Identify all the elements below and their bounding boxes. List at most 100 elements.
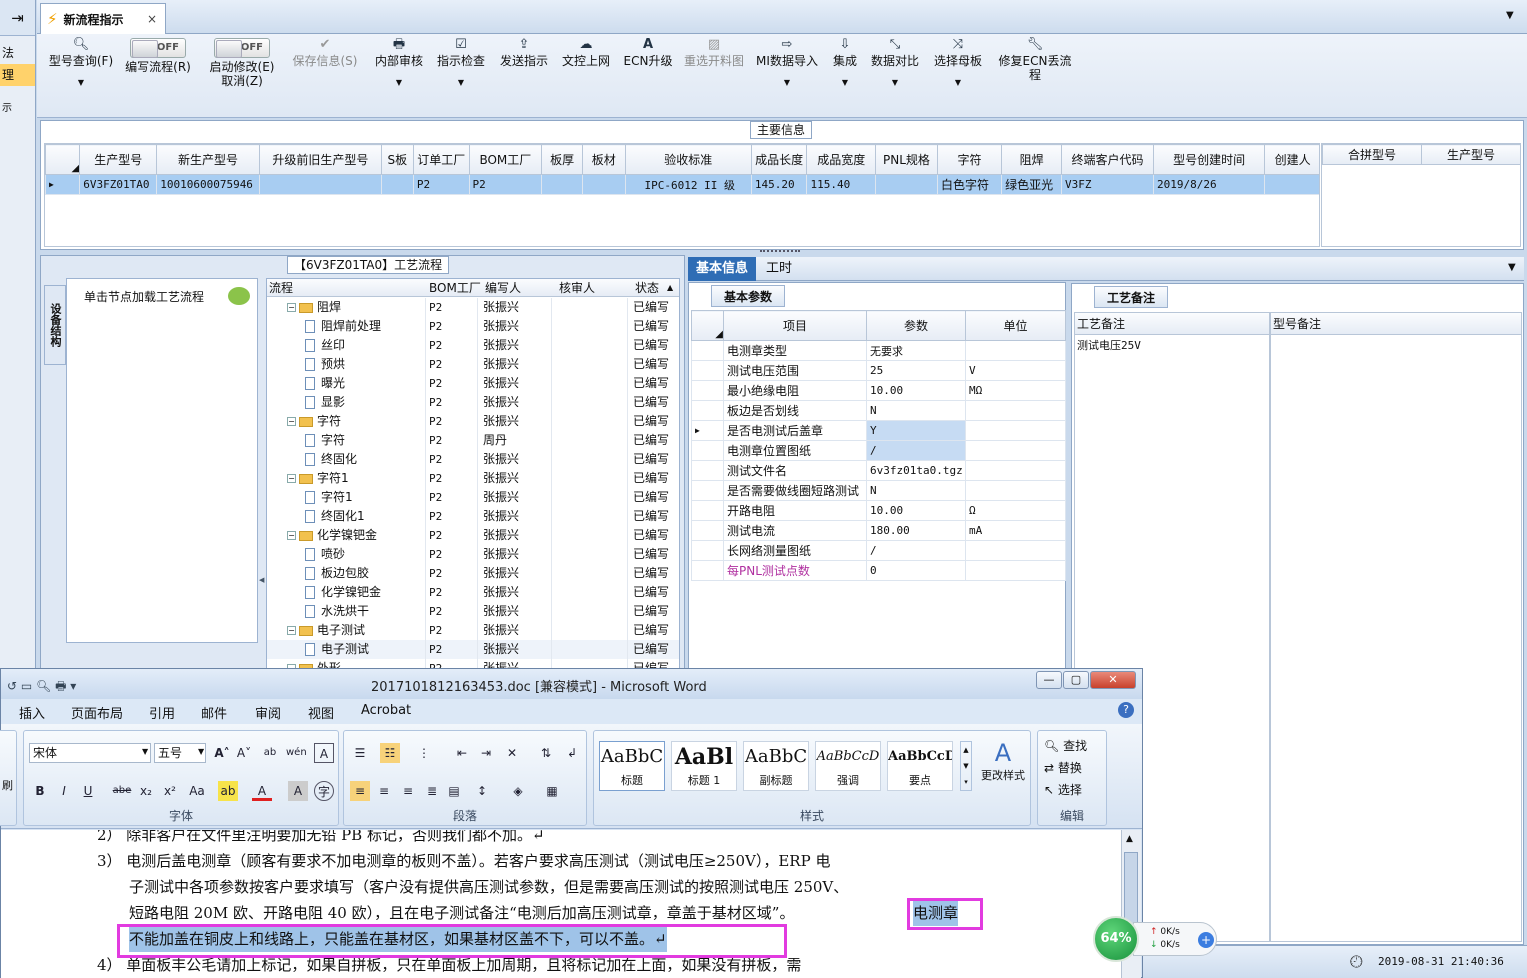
- dropdown-icon[interactable]: ▼: [1508, 262, 1516, 273]
- tree-row[interactable]: 电子测试 P2 张振兴 已编写: [267, 640, 679, 659]
- reselect-cutting-button[interactable]: ▨ 重选开料图: [681, 38, 747, 69]
- indicate-check-button[interactable]: ☑ 指示检查 ▼: [433, 38, 489, 90]
- column-header[interactable]: 编写人: [485, 279, 521, 297]
- cancel-label[interactable]: 取消(Z): [207, 74, 277, 88]
- tree-row[interactable]: − 字符1 P2 张振兴 已编写: [267, 469, 679, 488]
- add-icon[interactable]: +: [1198, 932, 1214, 948]
- replace-button[interactable]: ⇄ 替换: [1044, 759, 1082, 776]
- font-name-select[interactable]: 宋体: [29, 743, 151, 763]
- param-row[interactable]: 开路电阻 10.00 Ω: [691, 500, 1066, 521]
- tree-node[interactable]: − 电子测试: [287, 621, 365, 640]
- table-cell[interactable]: 6V3FZ01TA0: [79, 174, 158, 195]
- shading-icon[interactable]: ◈: [508, 781, 528, 801]
- param-unit-cell[interactable]: [965, 560, 1066, 581]
- param-unit-cell[interactable]: [965, 420, 1066, 441]
- close-button[interactable]: ✕: [1090, 671, 1136, 689]
- tree-node[interactable]: 曝光: [305, 374, 345, 393]
- table-cell[interactable]: P2: [468, 174, 543, 195]
- splitter-handle[interactable]: [760, 250, 800, 254]
- tree-row[interactable]: 字符 P2 周丹 已编写: [267, 431, 679, 450]
- table-cell[interactable]: 10010600075946: [156, 174, 260, 195]
- param-unit-cell[interactable]: [965, 400, 1066, 421]
- table-row[interactable]: ▶ 6V3FZ01TA0 10010600075946 P2 P2 IPC-60…: [45, 174, 1319, 195]
- side-tab-equipment[interactable]: 设备结构: [44, 285, 66, 365]
- scroll-up-icon[interactable]: ▲: [1126, 834, 1133, 844]
- param-unit-cell[interactable]: MΩ: [965, 380, 1066, 401]
- tab-new-flow[interactable]: ⚡ 新流程指示 ×: [40, 3, 166, 34]
- chinese-layout-icon[interactable]: ✕: [502, 743, 522, 763]
- menu-layout[interactable]: 页面布局: [71, 703, 123, 722]
- param-row[interactable]: 最小绝缘电阻 10.00 MΩ: [691, 380, 1066, 401]
- param-unit-cell[interactable]: [965, 460, 1066, 481]
- menu-view[interactable]: 视图: [308, 703, 334, 722]
- collapse-icon[interactable]: −: [287, 626, 296, 635]
- column-header[interactable]: 阻焊: [1001, 144, 1063, 175]
- table-cell[interactable]: [1264, 174, 1319, 195]
- tree-node[interactable]: 化学镍钯金: [305, 583, 381, 602]
- tree-node[interactable]: − 字符: [287, 412, 341, 431]
- align-left-icon[interactable]: ≡: [350, 781, 370, 801]
- tree-node[interactable]: 丝印: [305, 336, 345, 355]
- change-styles-button[interactable]: A 更改样式: [978, 739, 1028, 783]
- close-icon[interactable]: ×: [147, 12, 157, 26]
- justify-icon[interactable]: ≣: [422, 781, 442, 801]
- document-area[interactable]: 2） 除非客户在文件里注明要加无铅 PB 标记，否则我们都不加。↵ 3） 电测后…: [1, 830, 1121, 978]
- column-header[interactable]: 流程: [269, 279, 293, 297]
- distributed-icon[interactable]: ▤: [444, 781, 464, 801]
- param-value-cell[interactable]: 25: [866, 360, 966, 381]
- param-value-cell[interactable]: N: [866, 480, 966, 501]
- collapse-icon[interactable]: −: [287, 474, 296, 483]
- toggle-switch[interactable]: OFF: [214, 38, 270, 58]
- param-row[interactable]: 测试电压范围 25 V: [691, 360, 1066, 381]
- tree-row[interactable]: 终固化 P2 张振兴 已编写: [267, 450, 679, 469]
- table-cell[interactable]: [874, 174, 938, 195]
- collapse-icon[interactable]: −: [287, 303, 296, 312]
- splitter-left-icon[interactable]: ◀: [259, 576, 265, 616]
- send-button[interactable]: ⇪ 发送指示: [496, 38, 552, 69]
- tree-row[interactable]: − 化学镍钯金 P2 张振兴 已编写: [267, 526, 679, 545]
- tree-node[interactable]: 字符1: [305, 488, 353, 507]
- column-header[interactable]: 型号创建时间: [1153, 144, 1266, 175]
- phonetic-icon[interactable]: wén: [286, 743, 307, 763]
- table-cell[interactable]: 115.40: [806, 174, 876, 195]
- superscript-icon[interactable]: x²: [160, 781, 180, 801]
- ecn-upgrade-button[interactable]: A ECN升级: [620, 38, 676, 69]
- style-title[interactable]: AaBbC 标题: [599, 741, 665, 791]
- column-header[interactable]: BOM工厂: [468, 144, 543, 175]
- scroll-up-icon[interactable]: ▲: [667, 279, 673, 297]
- tree-row[interactable]: 预烘 P2 张振兴 已编写: [267, 355, 679, 374]
- tree-node[interactable]: − 化学镍钯金: [287, 526, 377, 545]
- menu-insert[interactable]: 插入: [19, 703, 45, 722]
- subscript-icon[interactable]: x₂: [136, 781, 156, 801]
- tree-node[interactable]: 预烘: [305, 355, 345, 374]
- nav-item[interactable]: 法: [0, 42, 35, 64]
- table-cell[interactable]: V3FZ: [1061, 174, 1155, 195]
- param-value-cell[interactable]: 10.00: [866, 380, 966, 401]
- style-heading1[interactable]: AaBl 标题 1: [671, 741, 737, 791]
- tree-node[interactable]: 终固化: [305, 450, 357, 469]
- column-header[interactable]: 验收标准: [624, 144, 752, 175]
- param-value-cell[interactable]: 6v3fz01ta0.tgz: [866, 460, 966, 481]
- column-header[interactable]: 终端客户代码: [1061, 144, 1155, 175]
- process-notes-text[interactable]: 测试电压25V: [1075, 335, 1269, 355]
- column-header[interactable]: 新生产型号: [156, 144, 260, 175]
- format-painter-label[interactable]: 刷: [2, 777, 13, 793]
- param-value-cell[interactable]: 无要求: [866, 340, 966, 361]
- repair-ecn-button[interactable]: 🔧︎ 修复ECN丢流程: [993, 38, 1077, 83]
- table-cell[interactable]: 白色字符: [936, 174, 1003, 195]
- nav-item[interactable]: 示: [0, 98, 35, 120]
- tree-node[interactable]: 显影: [305, 393, 345, 412]
- font-color-icon[interactable]: A: [252, 781, 272, 801]
- table-cell[interactable]: 2019/8/26: [1153, 174, 1266, 195]
- line-spacing-icon[interactable]: ↕: [472, 781, 492, 801]
- tree-node[interactable]: 电子测试: [305, 640, 369, 659]
- help-icon[interactable]: ?: [1118, 702, 1134, 718]
- tree-row[interactable]: − 阻焊 P2 张振兴 已编写: [267, 298, 679, 317]
- char-border-icon[interactable]: A: [314, 743, 334, 763]
- increase-indent-icon[interactable]: ⇥: [476, 743, 496, 763]
- underline-icon[interactable]: U: [78, 781, 98, 801]
- column-header[interactable]: 生产型号: [79, 144, 158, 175]
- style-subtitle[interactable]: AaBbC 副标题: [743, 741, 809, 791]
- numbering-icon[interactable]: ☷: [380, 743, 400, 763]
- tab-basic-info[interactable]: 基本信息: [688, 257, 757, 281]
